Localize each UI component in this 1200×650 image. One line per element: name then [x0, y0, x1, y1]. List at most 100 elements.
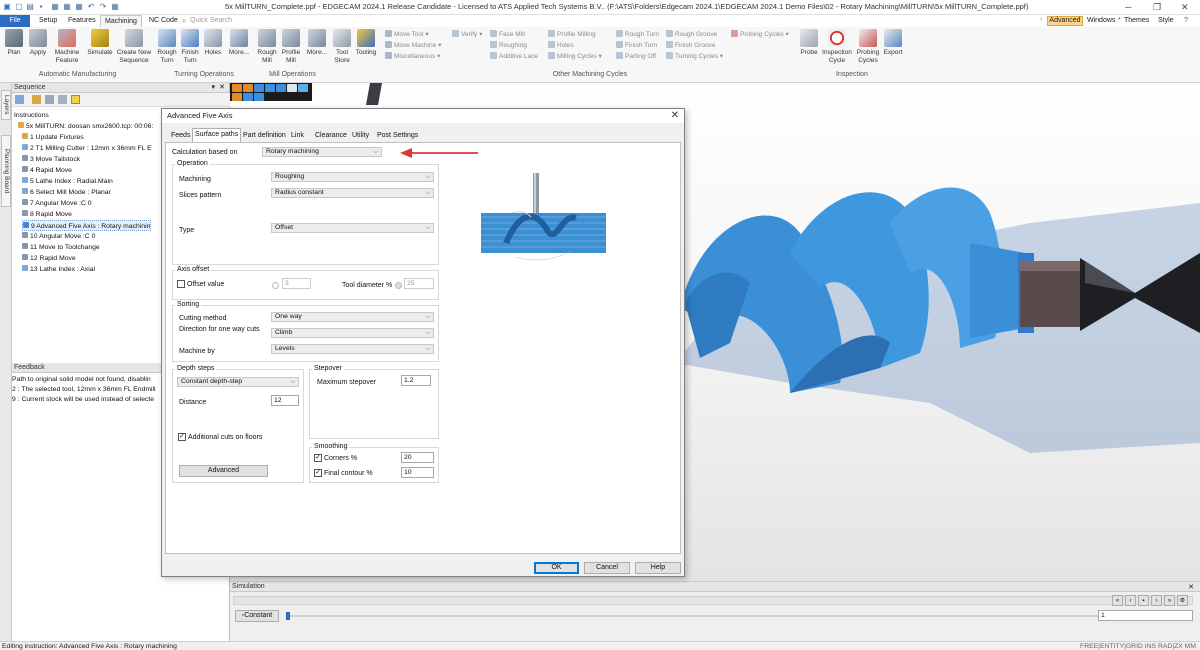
- sim-last-icon[interactable]: »: [1164, 595, 1175, 606]
- ok-button[interactable]: OK: [534, 562, 579, 574]
- tab-part-definition[interactable]: Part definition: [241, 130, 288, 142]
- undo-icon[interactable]: ↶: [86, 2, 96, 12]
- panel-close-icon[interactable]: ✕: [219, 83, 225, 91]
- offset-value-input[interactable]: 3: [282, 278, 311, 289]
- profile-mill-button[interactable]: Profile Mill: [279, 29, 303, 65]
- sequence-item[interactable]: 9 Advanced Five Axis : Rotary machinin: [22, 220, 152, 231]
- viewport-tool-icon-2[interactable]: [243, 84, 253, 92]
- rough-turn-button[interactable]: Rough Turn: [156, 29, 178, 65]
- miscellaneous-item[interactable]: Miscellaneous ▾: [385, 51, 441, 62]
- viewport-tool-icon-7[interactable]: [298, 84, 308, 92]
- viewport-tool-icon-5[interactable]: [276, 84, 286, 92]
- tab-features[interactable]: Features: [64, 15, 100, 27]
- viewport-tool-icon-3[interactable]: [254, 84, 264, 92]
- sequence-item[interactable]: 3 Move Tailstock: [22, 154, 80, 165]
- tab-file[interactable]: File: [0, 15, 30, 27]
- seq-tool-icon-4[interactable]: [58, 95, 67, 104]
- finish-groove-item[interactable]: Finish Groove: [666, 40, 723, 51]
- rough-mill-button[interactable]: Rough Mill: [255, 29, 279, 65]
- verify-item[interactable]: Verify ▾: [452, 29, 482, 40]
- corners-checkbox[interactable]: ✓: [314, 454, 322, 462]
- tab-clearance[interactable]: Clearance: [313, 130, 349, 142]
- viewport-tool-icon-6[interactable]: [287, 84, 297, 92]
- sequence-item[interactable]: 10 Angular Move :C 0: [22, 231, 95, 242]
- offset-value-checkbox[interactable]: [177, 280, 185, 288]
- save-icon[interactable]: ▪: [36, 2, 46, 12]
- sim-close-icon[interactable]: ✕: [1188, 583, 1194, 591]
- sim-scrollbar[interactable]: [233, 596, 1193, 605]
- seq-tool-icon-2[interactable]: [32, 95, 41, 104]
- final-contour-input[interactable]: 10: [401, 467, 434, 478]
- face-mill-item[interactable]: Face Mill: [490, 29, 538, 40]
- planning-board-side-tab[interactable]: Planning Board: [1, 135, 11, 207]
- tab-utility[interactable]: Utility: [350, 130, 371, 142]
- quick-access-icon-2[interactable]: ▦: [62, 2, 72, 12]
- sequence-item[interactable]: 8 Rapid Move: [22, 209, 72, 220]
- sim-settings-icon[interactable]: ⚙: [1177, 595, 1188, 606]
- quick-access-icon-4[interactable]: ▦: [110, 2, 120, 12]
- expand-icon[interactable]: ‹: [1040, 16, 1042, 23]
- style-menu[interactable]: Style: [1158, 15, 1174, 27]
- tab-nc-code[interactable]: NC Code: [145, 15, 182, 27]
- seq-tool-icon-3[interactable]: [45, 95, 54, 104]
- help-button[interactable]: Help: [635, 562, 681, 574]
- machine-feature-button[interactable]: Machine Feature: [52, 29, 82, 65]
- mill-more-button[interactable]: More...: [304, 29, 330, 57]
- probe-button[interactable]: Probe: [798, 29, 820, 57]
- new-file-icon[interactable]: ▢: [14, 2, 24, 12]
- viewport-tool-icon-9[interactable]: [243, 93, 253, 101]
- probing-cycles-item[interactable]: Probing Cycles ▾: [731, 29, 789, 40]
- milling-cycles-item[interactable]: Milling Cycles ▾: [548, 51, 602, 62]
- dialog-close-icon[interactable]: ✕: [671, 110, 679, 121]
- final-contour-checkbox[interactable]: ✓: [314, 469, 322, 477]
- tool-store-button[interactable]: Tool Store: [331, 29, 353, 65]
- open-folder-icon[interactable]: ▤: [25, 2, 35, 12]
- create-new-sequence-button[interactable]: Create New Sequence: [116, 29, 152, 65]
- cancel-button[interactable]: Cancel: [584, 562, 630, 574]
- calculation-dropdown[interactable]: Rotary machining ⌵: [262, 147, 382, 157]
- seq-tool-icon-1[interactable]: [15, 95, 24, 104]
- sequence-item[interactable]: 7 Angular Move :C 0: [22, 198, 92, 209]
- viewport-tool-icon-10[interactable]: [254, 93, 264, 101]
- viewport-tool-icon-4[interactable]: [265, 84, 275, 92]
- tooling-button[interactable]: Tooling: [354, 29, 378, 57]
- profile-milling-item[interactable]: Profile Milling: [548, 29, 602, 40]
- quick-search-input[interactable]: Quick Search: [190, 16, 320, 26]
- sim-slider-track[interactable]: [290, 615, 1100, 617]
- apply-button[interactable]: Apply: [26, 29, 50, 57]
- holes-item[interactable]: Holes: [548, 40, 602, 51]
- sequence-item[interactable]: 6 Select Mill Mode : Planar: [22, 187, 111, 198]
- sequence-item[interactable]: 13 Lathe Index : Axial: [22, 264, 95, 275]
- tree-machine[interactable]: 5x MillTURN: doosan smx2600.tcp: 00:06:: [18, 121, 153, 132]
- additive-lace-item[interactable]: Additive Lace: [490, 51, 538, 62]
- finish-turn-button[interactable]: Finish Turn: [179, 29, 201, 65]
- turning-more-button[interactable]: More...: [226, 29, 252, 57]
- windows-menu[interactable]: Windows: [1087, 15, 1115, 27]
- viewport-tool-icon-8[interactable]: [232, 93, 242, 101]
- themes-menu[interactable]: Themes: [1124, 15, 1149, 27]
- sequence-item[interactable]: 5 Lathe Index : Radial.Main: [22, 176, 113, 187]
- slices-pattern-dropdown[interactable]: Radius constant ⌵: [271, 188, 434, 198]
- sequence-item[interactable]: 11 Move to Toolchange: [22, 242, 100, 253]
- probing-cycles-button[interactable]: Probing Cycles: [854, 29, 882, 65]
- sequence-item[interactable]: 12 Rapid Move: [22, 253, 76, 264]
- tab-surface-paths[interactable]: Surface paths: [192, 128, 242, 142]
- move-machine-item[interactable]: Move Machine ▾: [385, 40, 441, 51]
- advanced-mode-button[interactable]: Advanced: [1047, 16, 1083, 26]
- rough-groove-item[interactable]: Rough Groove: [666, 29, 723, 40]
- close-icon[interactable]: ✕: [1181, 2, 1189, 13]
- sim-stop-icon[interactable]: ▪: [1138, 595, 1149, 606]
- tool-diameter-radio[interactable]: [395, 282, 402, 289]
- tree-root-instructions[interactable]: Instructions: [14, 110, 49, 121]
- sequence-item[interactable]: 4 Rapid Move: [22, 165, 72, 176]
- pin-icon[interactable]: ▾: [211, 83, 215, 91]
- inspection-cycle-button[interactable]: Inspection Cycle: [821, 29, 853, 65]
- move-tool-item[interactable]: Move Tool ▾: [385, 29, 441, 40]
- layers-side-tab[interactable]: Layers: [1, 90, 11, 120]
- tab-machining[interactable]: Machining: [100, 15, 142, 27]
- finish-turn-item[interactable]: Finish Turn: [616, 40, 659, 51]
- maximize-icon[interactable]: ❐: [1153, 2, 1161, 13]
- maximum-stepover-input[interactable]: 1.2: [401, 375, 431, 386]
- turning-cycles-item[interactable]: Turning Cycles ▾: [666, 51, 723, 62]
- help-icon[interactable]: ?: [1184, 15, 1188, 27]
